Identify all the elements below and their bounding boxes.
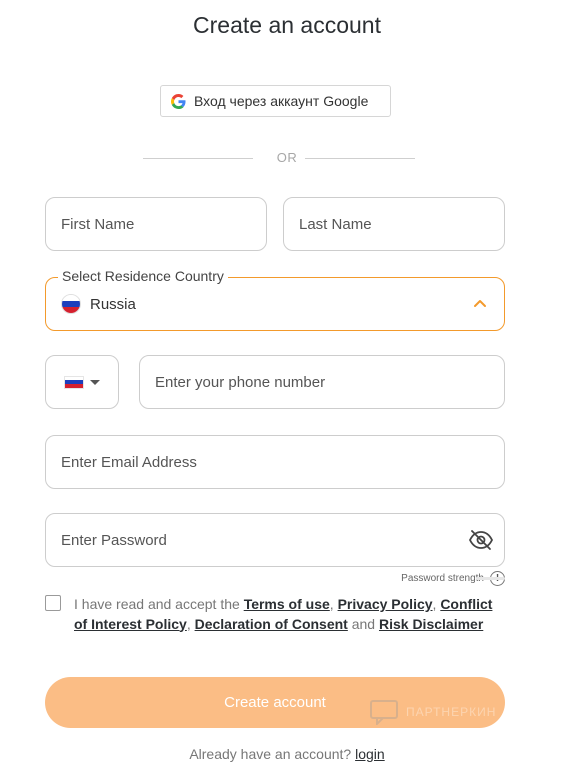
russia-flag-icon xyxy=(61,294,81,314)
country-legend: Select Residence Country xyxy=(58,268,228,284)
page-title: Create an account xyxy=(193,12,381,38)
first-name-input[interactable]: First Name xyxy=(45,197,267,251)
or-label: OR xyxy=(276,150,298,165)
risk-disclaimer-link[interactable]: Risk Disclaimer xyxy=(379,616,483,632)
google-login-button[interactable]: Вход через аккаунт Google xyxy=(160,85,391,117)
last-name-placeholder: Last Name xyxy=(299,215,372,233)
login-row: Already have an account? login xyxy=(0,746,574,762)
caret-down-icon xyxy=(90,379,100,385)
google-icon xyxy=(171,93,186,109)
first-name-placeholder: First Name xyxy=(61,215,135,233)
email-input[interactable]: Enter Email Address xyxy=(45,435,505,489)
login-link[interactable]: login xyxy=(355,746,385,762)
password-strength-bar xyxy=(476,577,505,580)
privacy-policy-link[interactable]: Privacy Policy xyxy=(338,596,433,612)
phone-input[interactable]: Enter your phone number xyxy=(139,355,505,409)
phone-country-code-select[interactable] xyxy=(45,355,119,409)
password-input[interactable]: Enter Password xyxy=(45,513,505,567)
last-name-input[interactable]: Last Name xyxy=(283,197,505,251)
watermark-text: ПАРТНЕРКИН xyxy=(406,705,497,719)
google-login-label: Вход через аккаунт Google xyxy=(194,93,369,109)
divider-line-right xyxy=(305,158,415,159)
password-placeholder: Enter Password xyxy=(61,531,167,549)
russia-flag-icon xyxy=(64,375,84,389)
consent-checkbox[interactable] xyxy=(45,595,61,611)
consent-prefix: I have read and accept the xyxy=(74,596,240,612)
phone-placeholder: Enter your phone number xyxy=(155,373,326,391)
watermark: ПАРТНЕРКИН xyxy=(369,699,496,725)
login-prompt: Already have an account? xyxy=(189,746,352,762)
chevron-up-icon[interactable] xyxy=(473,296,487,310)
email-placeholder: Enter Email Address xyxy=(61,453,197,471)
consent-and: and xyxy=(351,615,376,632)
country-value: Russia xyxy=(90,295,136,313)
or-divider: OR xyxy=(0,148,574,168)
eye-off-icon[interactable] xyxy=(468,528,494,552)
consent-text: I have read and accept the Terms of use,… xyxy=(74,596,493,632)
declaration-of-consent-link[interactable]: Declaration of Consent xyxy=(195,616,348,632)
terms-of-use-link[interactable]: Terms of use xyxy=(244,596,330,612)
password-strength-label: Password strength xyxy=(401,573,484,584)
country-select[interactable]: Select Residence Country Russia xyxy=(45,268,505,331)
watermark-logo-icon xyxy=(370,700,398,725)
